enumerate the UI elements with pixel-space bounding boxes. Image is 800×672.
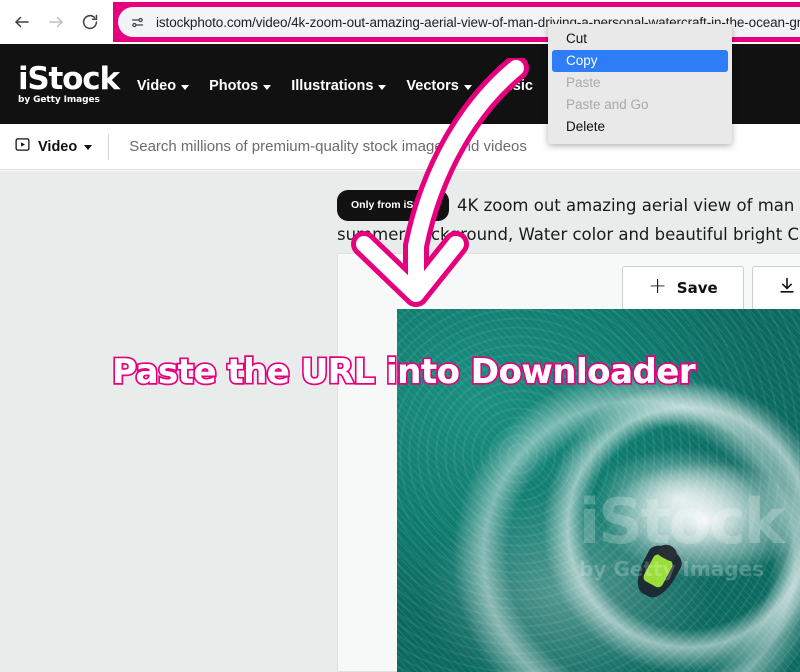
asset-card: + Save iStock by Getty Images (337, 253, 800, 672)
screenshot-root: istockphoto.com/video/4k-zoom-out-amazin… (0, 0, 800, 672)
chevron-down-icon (463, 84, 472, 90)
nav-item-music-label: Music (491, 78, 533, 94)
reload-button[interactable] (74, 6, 106, 38)
only-from-istock-badge: Only from iStock (337, 190, 450, 221)
asset-title-text-1: 4K zoom out amazing aerial view of man d… (457, 196, 800, 215)
context-menu-item-paste-and-go: Paste and Go (566, 97, 649, 112)
nav-item-photos[interactable]: Photos (209, 78, 272, 94)
url-context-menu[interactable]: Cut Copy Paste Paste and Go Delete (548, 24, 732, 144)
nav-item-video-label: Video (136, 78, 177, 94)
forward-button[interactable] (40, 6, 72, 38)
forward-arrow-icon (47, 13, 65, 31)
nav-item-illustrations[interactable]: Illustrations (291, 78, 387, 94)
browser-nav-buttons (0, 6, 106, 38)
video-play-icon (14, 136, 31, 158)
media-type-label: Video (38, 138, 78, 155)
context-menu-item-cut[interactable]: Cut (548, 28, 732, 50)
chevron-down-icon (378, 84, 387, 90)
nav-item-photos-label: Photos (209, 78, 259, 94)
nav-item-music[interactable]: Music (492, 78, 533, 94)
annotation-label-fill: Paste the URL into Downloader (112, 352, 696, 392)
reload-icon (81, 13, 99, 31)
nav-item-video[interactable]: Video (136, 78, 190, 94)
download-icon (777, 276, 797, 300)
save-button[interactable]: + Save (622, 266, 744, 310)
download-button[interactable] (752, 266, 800, 310)
annotation-label: Paste the URL into Downloader Paste the … (110, 350, 697, 394)
context-menu-item-delete[interactable]: Delete (548, 116, 732, 138)
page-content: Only from iStock 4K zoom out amazing aeri… (0, 171, 800, 672)
plus-icon: + (648, 274, 667, 299)
istock-logo-sub: by Getty Images (18, 94, 100, 105)
asset-title-line-1: Only from iStock 4K zoom out amazing aeri… (337, 190, 800, 224)
back-arrow-icon (13, 13, 31, 31)
asset-title: Only from iStock 4K zoom out amazing aeri… (337, 190, 800, 246)
chevron-down-icon (181, 84, 190, 90)
nav-item-illustrations-label: Illustrations (291, 78, 374, 94)
istock-logo-main: iStock (18, 60, 120, 97)
nav-item-vectors-label: Vectors (406, 78, 459, 94)
context-menu-item-copy[interactable]: Copy (552, 50, 728, 72)
chevron-down-icon (84, 145, 93, 150)
nav-item-vectors[interactable]: Vectors (406, 78, 472, 94)
istock-logo[interactable]: iStock by Getty Images (18, 60, 120, 105)
media-type-dropdown[interactable]: Video (0, 124, 108, 169)
site-nav: Video Photos Illustrations Vectors Music (137, 74, 616, 98)
asset-actions: + Save (622, 266, 800, 310)
context-menu-item-paste: Paste (566, 75, 601, 90)
chevron-down-icon (263, 84, 272, 90)
back-button[interactable] (6, 6, 38, 38)
save-button-label: Save (676, 279, 718, 297)
site-settings-icon[interactable] (128, 13, 146, 31)
asset-title-line-2: summer background, Water color and beaut… (337, 225, 800, 244)
